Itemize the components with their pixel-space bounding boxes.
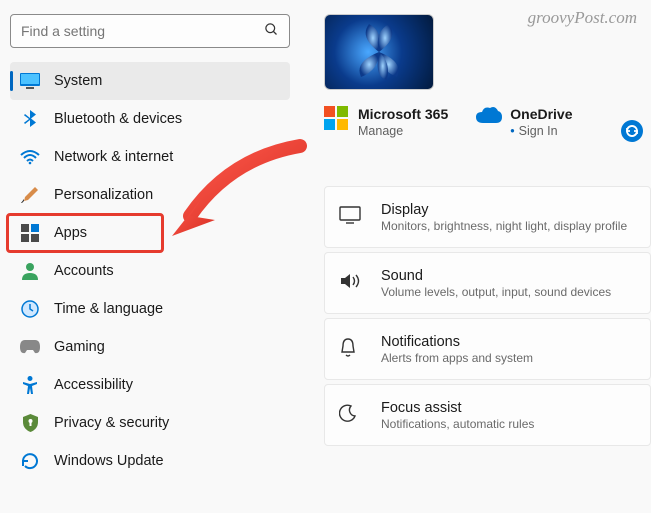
sync-icon[interactable]: [621, 120, 643, 142]
desktop-preview[interactable]: [324, 14, 434, 90]
apps-icon: [20, 223, 40, 243]
sidebar-item-privacy[interactable]: Privacy & security: [10, 404, 290, 442]
card-focus-assist[interactable]: Focus assist Notifications, automatic ru…: [324, 384, 651, 446]
sidebar-item-label: Gaming: [54, 339, 105, 355]
shield-icon: [20, 413, 40, 433]
search-icon: [264, 22, 279, 40]
microsoft-logo-icon: [324, 106, 348, 130]
display-icon: [339, 206, 361, 228]
settings-window: System Bluetooth & devices Network & int…: [0, 0, 651, 513]
clock-icon: [20, 299, 40, 319]
watermark-text: groovyPost.com: [528, 8, 637, 28]
card-subtitle: Volume levels, output, input, sound devi…: [381, 285, 611, 299]
sidebar-item-personalization[interactable]: Personalization: [10, 176, 290, 214]
sidebar-item-accounts[interactable]: Accounts: [10, 252, 290, 290]
sidebar-item-label: Bluetooth & devices: [54, 111, 182, 127]
accessibility-icon: [20, 375, 40, 395]
sidebar-item-accessibility[interactable]: Accessibility: [10, 366, 290, 404]
update-icon: [20, 451, 40, 471]
sidebar: System Bluetooth & devices Network & int…: [0, 4, 300, 513]
microsoft-365-tile[interactable]: Microsoft 365 Manage: [324, 106, 448, 138]
sidebar-item-label: System: [54, 73, 102, 89]
card-title: Notifications: [381, 334, 533, 350]
card-subtitle: Alerts from apps and system: [381, 351, 533, 365]
search-input[interactable]: [21, 23, 264, 39]
gamepad-icon: [20, 337, 40, 357]
person-icon: [20, 261, 40, 281]
card-notifications[interactable]: Notifications Alerts from apps and syste…: [324, 318, 651, 380]
sidebar-item-label: Network & internet: [54, 149, 173, 165]
main-panel: Microsoft 365 Manage OneDrive Sign In: [300, 4, 651, 513]
wifi-icon: [20, 147, 40, 167]
sidebar-item-label: Privacy & security: [54, 415, 169, 431]
sidebar-item-apps[interactable]: Apps: [10, 214, 290, 252]
card-sound[interactable]: Sound Volume levels, output, input, soun…: [324, 252, 651, 314]
sound-icon: [339, 272, 361, 294]
moon-icon: [339, 404, 361, 426]
sidebar-item-network[interactable]: Network & internet: [10, 138, 290, 176]
sidebar-item-label: Time & language: [54, 301, 163, 317]
service-subtitle: Sign In: [510, 124, 572, 138]
card-subtitle: Notifications, automatic rules: [381, 417, 534, 431]
card-display[interactable]: Display Monitors, brightness, night ligh…: [324, 186, 651, 248]
sidebar-item-system[interactable]: System: [10, 62, 290, 100]
card-title: Sound: [381, 268, 611, 284]
monitor-icon: [20, 71, 40, 91]
service-title: OneDrive: [510, 106, 572, 122]
sidebar-item-label: Accessibility: [54, 377, 133, 393]
brush-icon: [20, 185, 40, 205]
bluetooth-icon: [20, 109, 40, 129]
account-services-row: Microsoft 365 Manage OneDrive Sign In: [324, 106, 651, 138]
bell-icon: [339, 338, 361, 360]
card-title: Display: [381, 202, 627, 218]
system-cards: Display Monitors, brightness, night ligh…: [324, 186, 651, 446]
sidebar-item-time-language[interactable]: Time & language: [10, 290, 290, 328]
service-title: Microsoft 365: [358, 106, 448, 122]
sidebar-item-label: Accounts: [54, 263, 114, 279]
sidebar-item-label: Windows Update: [54, 453, 164, 469]
card-subtitle: Monitors, brightness, night light, displ…: [381, 219, 627, 233]
sidebar-item-label: Personalization: [54, 187, 153, 203]
card-title: Focus assist: [381, 400, 534, 416]
service-subtitle: Manage: [358, 124, 448, 138]
onedrive-icon: [476, 106, 500, 130]
sidebar-item-label: Apps: [54, 225, 87, 241]
search-box[interactable]: [10, 14, 290, 48]
onedrive-tile[interactable]: OneDrive Sign In: [476, 106, 572, 138]
sidebar-item-gaming[interactable]: Gaming: [10, 328, 290, 366]
sidebar-item-bluetooth[interactable]: Bluetooth & devices: [10, 100, 290, 138]
sidebar-item-windows-update[interactable]: Windows Update: [10, 442, 290, 480]
